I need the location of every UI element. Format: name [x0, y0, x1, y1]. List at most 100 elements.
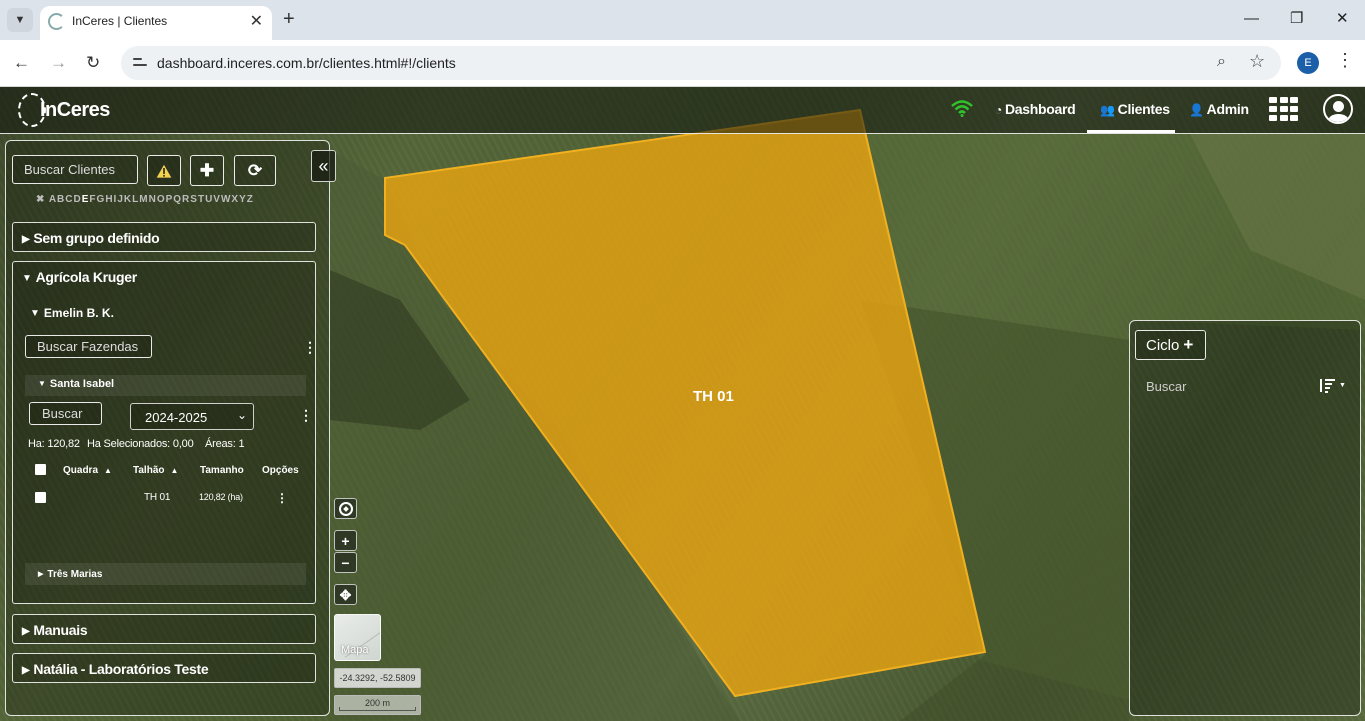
- caret-down-icon: ▼: [1339, 382, 1346, 389]
- letter-filter-g[interactable]: G: [97, 194, 106, 205]
- caret-down-icon: ▼: [22, 273, 32, 284]
- letter-filter-y[interactable]: Y: [239, 194, 247, 205]
- season-select[interactable]: 2024-2025 ⌄: [130, 403, 254, 430]
- scale-label: 200 m: [364, 698, 390, 708]
- group-natalia[interactable]: ▶ Natália - Laboratórios Teste: [12, 653, 316, 683]
- app-header: InCeres ◔ Dashboard 👥 Clientes 👤 Admin: [0, 87, 1365, 134]
- letter-filter-m[interactable]: M: [139, 194, 148, 205]
- letter-filter-t[interactable]: T: [198, 194, 205, 205]
- client-options-icon[interactable]: ⋮: [303, 340, 317, 354]
- stat-ha: Ha: 120,82: [28, 438, 80, 450]
- double-chevron-left-icon: «: [318, 156, 329, 176]
- search-clients-input[interactable]: Buscar Clientes: [12, 155, 138, 184]
- row-options-icon[interactable]: ⋮: [276, 492, 288, 504]
- col-tamanho[interactable]: Tamanho: [200, 465, 244, 476]
- map-scale: 200 m: [334, 695, 421, 715]
- refresh-icon: ⟳: [247, 160, 263, 180]
- stat-areas: Áreas: 1: [205, 438, 245, 450]
- coordinates-readout: -24.3292, -52.5809: [334, 668, 421, 688]
- letter-filter-h[interactable]: H: [105, 194, 113, 205]
- collapse-panel-button[interactable]: «: [311, 150, 336, 182]
- letter-filter-o[interactable]: O: [157, 194, 166, 205]
- active-nav-indicator: [1087, 130, 1175, 133]
- letter-filter-s[interactable]: S: [190, 194, 198, 205]
- url-text[interactable]: dashboard.inceres.com.br/clientes.html#!…: [157, 55, 456, 71]
- plus-icon: +: [1183, 335, 1194, 354]
- restore-button[interactable]: ❐: [1290, 8, 1303, 30]
- col-talhao[interactable]: Talhão ▲: [133, 465, 178, 476]
- client-emelin[interactable]: ▼ Emelin B. K.: [30, 306, 114, 320]
- logo-text: InCeres: [40, 99, 110, 121]
- col-quadra-label: Quadra: [63, 465, 99, 476]
- letter-filter-w[interactable]: W: [221, 194, 231, 205]
- close-tab-icon[interactable]: ✕: [250, 11, 263, 31]
- row-talhao[interactable]: TH 01: [144, 492, 170, 503]
- caret-right-icon: ▶: [22, 665, 30, 676]
- zoom-in-button[interactable]: +: [334, 530, 357, 551]
- add-client-button[interactable]: ✚: [190, 155, 224, 186]
- forward-button[interactable]: →: [50, 52, 67, 74]
- farm-options-icon[interactable]: ⋮: [299, 408, 313, 422]
- cycle-search-input[interactable]: Buscar: [1146, 379, 1186, 394]
- nav-clientes[interactable]: 👥 Clientes: [1100, 101, 1170, 117]
- farm-tres-marias[interactable]: ▶ Três Marias: [38, 569, 102, 580]
- site-info-icon[interactable]: [131, 54, 149, 72]
- clear-filter-icon[interactable]: ✖: [36, 194, 45, 205]
- letter-filter-a[interactable]: A: [49, 194, 57, 205]
- caret-down-icon: ▼: [38, 379, 46, 388]
- letter-filter-q[interactable]: Q: [173, 194, 182, 205]
- back-button[interactable]: ←: [13, 52, 30, 74]
- nav-admin[interactable]: 👤 Admin: [1189, 101, 1249, 117]
- letter-filter-c[interactable]: C: [65, 194, 73, 205]
- row-checkbox[interactable]: [35, 492, 46, 503]
- compass-icon: [338, 501, 353, 516]
- browser-menu-icon[interactable]: ⋮: [1336, 50, 1354, 71]
- letter-filter-k[interactable]: K: [124, 194, 132, 205]
- move-arrows-icon: ✥: [339, 586, 352, 603]
- profile-avatar[interactable]: E: [1297, 52, 1319, 74]
- select-all-checkbox[interactable]: [35, 464, 46, 475]
- apps-grid-icon[interactable]: [1269, 97, 1298, 121]
- new-tab-button[interactable]: +: [283, 8, 295, 30]
- basemap-toggle[interactable]: Mapa: [334, 614, 381, 661]
- group-agricola-header[interactable]: ▼ Agrícola Kruger: [22, 269, 137, 285]
- zoom-out-button[interactable]: −: [334, 552, 357, 573]
- minimize-button[interactable]: —: [1244, 8, 1259, 30]
- address-bar[interactable]: dashboard.inceres.com.br/clientes.html#!…: [121, 46, 1281, 80]
- col-quadra[interactable]: Quadra ▲: [63, 465, 112, 476]
- refresh-button[interactable]: ⟳: [234, 155, 276, 186]
- tab-search-button[interactable]: ▼: [7, 8, 33, 32]
- nav-clientes-label: Clientes: [1117, 101, 1170, 117]
- zoom-icon[interactable]: ⌕: [1217, 53, 1226, 71]
- bookmark-star-icon[interactable]: ☆: [1249, 51, 1265, 72]
- user-account-icon[interactable]: [1323, 94, 1353, 124]
- farm-santa-isabel[interactable]: ▼ Santa Isabel: [38, 378, 114, 390]
- tab-title: InCeres | Clientes: [72, 14, 168, 28]
- letter-filter-x[interactable]: X: [231, 194, 239, 205]
- group-manuais[interactable]: ▶ Manuais: [12, 614, 316, 644]
- stat-selected: Ha Selecionados: 0,00: [87, 438, 194, 450]
- dashboard-icon: ◔: [995, 103, 1002, 117]
- search-farms-input[interactable]: Buscar Fazendas: [25, 335, 152, 358]
- pan-button[interactable]: ✥: [334, 584, 357, 605]
- browser-tab-strip: ▼ InCeres | Clientes ✕ + — ❐ ✕: [0, 0, 1365, 40]
- letter-filter-v[interactable]: V: [213, 194, 221, 205]
- letter-filter-d[interactable]: D: [74, 194, 82, 205]
- group-sem-grupo[interactable]: ▶ Sem grupo definido: [12, 222, 316, 252]
- nav-dashboard[interactable]: ◔ Dashboard: [995, 101, 1076, 117]
- search-plots-input[interactable]: Buscar: [29, 402, 102, 425]
- letter-filter-z[interactable]: Z: [247, 194, 254, 205]
- sort-asc-icon: ▲: [170, 466, 179, 475]
- wifi-icon: [951, 100, 973, 117]
- alert-button[interactable]: [147, 155, 181, 186]
- letter-filter-f[interactable]: F: [89, 194, 96, 205]
- letter-filter-n[interactable]: N: [149, 194, 157, 205]
- compass-button[interactable]: [334, 498, 357, 519]
- close-window-button[interactable]: ✕: [1336, 8, 1349, 30]
- warning-icon: [155, 162, 173, 178]
- reload-button[interactable]: ↻: [86, 52, 100, 74]
- user-plus-icon: 👤: [1189, 103, 1204, 117]
- add-cycle-button[interactable]: Ciclo +: [1135, 330, 1206, 360]
- sort-icon[interactable]: ▼: [1318, 378, 1346, 394]
- browser-tab[interactable]: InCeres | Clientes ✕: [40, 6, 272, 40]
